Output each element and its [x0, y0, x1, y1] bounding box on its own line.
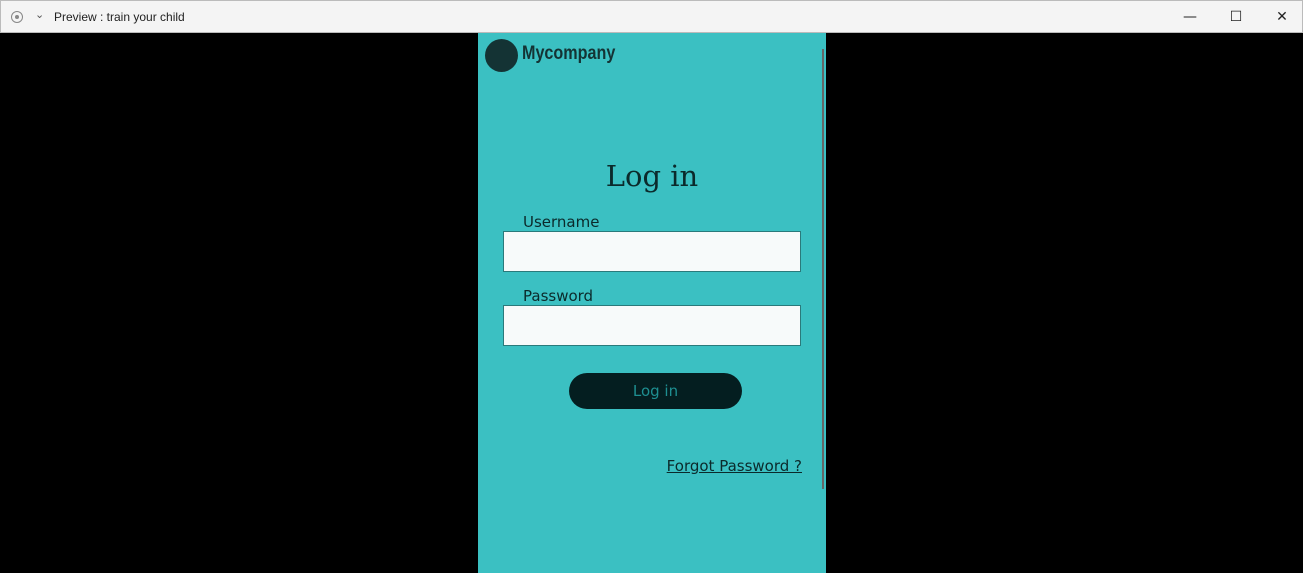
record-icon[interactable] — [11, 11, 23, 23]
forgot-password-link[interactable]: Forgot Password ? — [667, 457, 802, 475]
password-input[interactable] — [503, 305, 801, 346]
login-screen: Mycompany Log in Username Password Log i… — [478, 33, 826, 573]
scrollbar[interactable] — [822, 49, 824, 489]
chevron-down-icon[interactable]: ⌄ — [35, 8, 44, 21]
page-title: Log in — [605, 159, 699, 193]
close-button[interactable]: ✕ — [1267, 5, 1297, 29]
minimize-button[interactable]: — — [1175, 5, 1205, 29]
username-label: Username — [523, 213, 600, 231]
window-titlebar: ⌄ Preview : train your child — ☐ ✕ — [0, 0, 1303, 33]
username-input[interactable] — [503, 231, 801, 272]
window-title: Preview : train your child — [54, 10, 185, 24]
brand-name: Mycompany — [522, 43, 616, 64]
login-button[interactable]: Log in — [569, 373, 742, 409]
maximize-button[interactable]: ☐ — [1221, 5, 1251, 29]
company-logo — [485, 39, 518, 72]
password-label: Password — [523, 287, 594, 305]
